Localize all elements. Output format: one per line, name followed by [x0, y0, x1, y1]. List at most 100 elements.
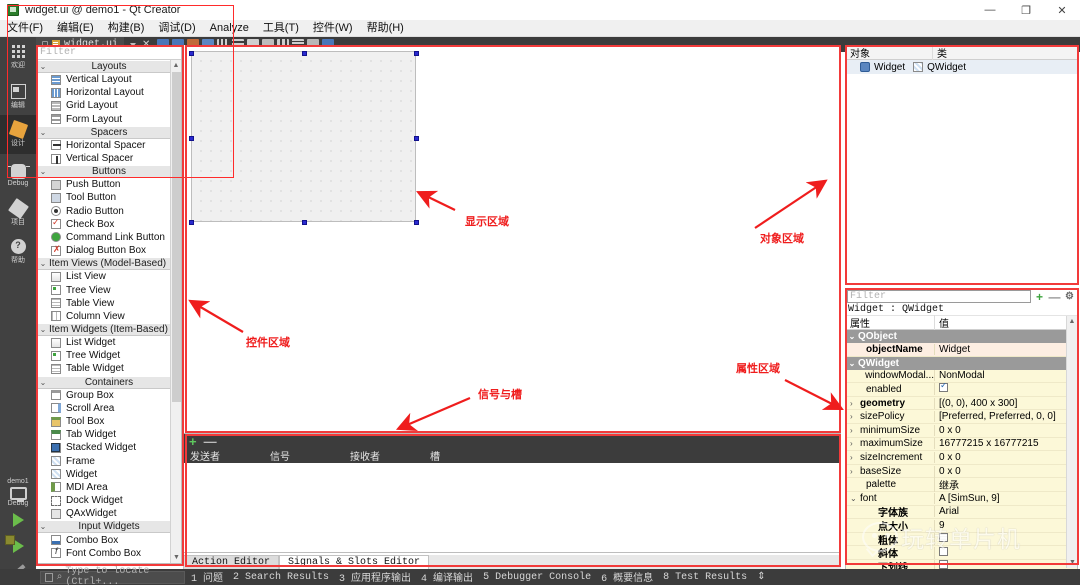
widget-item-combo-box[interactable]: Combo Box	[37, 533, 181, 546]
column-value[interactable]: 值	[934, 315, 1077, 330]
column-signal[interactable]: 信号	[264, 448, 344, 463]
add-property-button[interactable]: +	[1032, 290, 1047, 304]
widget-item-qaxwidget[interactable]: QAxWidget	[37, 507, 181, 520]
signals-slots-body[interactable]	[184, 463, 840, 552]
column-object[interactable]: 对象	[846, 45, 932, 60]
property-row-enabled[interactable]: enabled	[846, 383, 1077, 397]
chevron-right-icon[interactable]: ›	[850, 439, 860, 448]
property-row-sizePolicy[interactable]: › sizePolicy [Preferred, Preferred, 0, 0]	[846, 410, 1077, 424]
property-checkbox[interactable]	[939, 533, 948, 543]
menu-tools[interactable]: 工具(T)	[256, 20, 306, 37]
property-group-qobject[interactable]: ⌄ QObject	[846, 330, 1077, 343]
locator-input[interactable]: ⌕ Type to locate (Ctrl+...	[40, 566, 185, 585]
column-receiver[interactable]: 接收者	[344, 448, 424, 463]
property-checkbox[interactable]	[939, 546, 948, 556]
widget-item-check-box[interactable]: Check Box	[37, 217, 181, 231]
property-row-objectName[interactable]: objectName Widget	[846, 343, 1077, 357]
resize-handle-tl[interactable]	[189, 51, 194, 56]
property-filter-input[interactable]: Filter	[847, 290, 1031, 303]
column-slot[interactable]: 槽	[424, 448, 840, 463]
chevron-right-icon[interactable]: ›	[850, 467, 860, 476]
property-scroll-up-arrow[interactable]: ▲	[1067, 316, 1077, 327]
widget-item-table-widget[interactable]: Table Widget	[37, 362, 181, 375]
output-expand-icon[interactable]: ⇕	[757, 571, 765, 583]
widget-item-widget[interactable]: Widget	[37, 468, 181, 481]
resize-handle-mr[interactable]	[414, 136, 419, 141]
widget-item-command-link-button[interactable]: Command Link Button	[37, 231, 181, 244]
form-widget-preview[interactable]	[191, 51, 416, 222]
widget-item-vertical-layout[interactable]: Vertical Layout	[37, 73, 181, 86]
output-tab-general-messages[interactable]: 6 概要信息	[601, 569, 653, 585]
property-scroll-down-arrow[interactable]: ▼	[1067, 557, 1078, 568]
widget-item-push-button[interactable]: Push Button	[37, 178, 181, 191]
output-tab-test-results[interactable]: 8 Test Results	[663, 572, 747, 583]
widget-item-dock-widget[interactable]: Dock Widget	[37, 494, 181, 507]
widget-item-table-view[interactable]: Table View	[37, 297, 181, 310]
menu-build[interactable]: 构建(B)	[101, 20, 152, 37]
chevron-right-icon[interactable]: ⌄	[850, 494, 860, 503]
widget-item-vertical-spacer[interactable]: Vertical Spacer	[37, 152, 181, 165]
column-sender[interactable]: 发送者	[184, 448, 264, 463]
resize-handle-bl[interactable]	[189, 220, 194, 225]
tab-action-editor[interactable]: Action Editor	[183, 555, 280, 569]
widget-item-mdi-area[interactable]: MDI Area	[37, 481, 181, 494]
widget-category-layouts[interactable]: ⌄ Layouts	[37, 60, 181, 73]
chevron-right-icon[interactable]: ›	[850, 453, 860, 462]
object-inspector-row[interactable]: Widget QWidget	[846, 60, 1077, 74]
widget-item-scroll-area[interactable]: Scroll Area	[37, 402, 181, 415]
widget-item-tab-widget[interactable]: Tab Widget	[37, 428, 181, 441]
property-group-qwidget[interactable]: ⌄ QWidget	[846, 356, 1077, 370]
widget-item-grid-layout[interactable]: Grid Layout	[37, 99, 181, 112]
output-tab-issues[interactable]: 1 问题	[191, 569, 223, 585]
remove-property-button[interactable]: —	[1047, 290, 1062, 304]
widget-item-horizontal-layout[interactable]: Horizontal Layout	[37, 86, 181, 99]
property-row-sizeIncrement[interactable]: › sizeIncrement 0 x 0	[846, 451, 1077, 465]
widget-category-containers[interactable]: ⌄ Containers	[37, 375, 181, 389]
property-row-geometry[interactable]: › geometry [(0, 0), 400 x 300]	[846, 396, 1077, 411]
resize-handle-tr[interactable]	[414, 51, 419, 56]
run-button[interactable]	[0, 507, 36, 533]
chevron-right-icon[interactable]: ›	[850, 399, 860, 408]
resize-handle-ml[interactable]	[189, 136, 194, 141]
chevron-right-icon[interactable]: ›	[850, 412, 860, 421]
mode-edit[interactable]: 编辑	[0, 76, 36, 115]
widget-item-dialog-button-box[interactable]: Dialog Button Box	[37, 244, 181, 257]
widget-item-tool-box[interactable]: Tool Box	[37, 415, 181, 428]
menu-debug[interactable]: 调试(D)	[151, 20, 202, 37]
output-tab-compile-output[interactable]: 4 编译输出	[421, 569, 473, 585]
widget-item-tool-button[interactable]: Tool Button	[37, 191, 181, 204]
mode-debug[interactable]: Debug	[0, 154, 36, 193]
widget-category-spacers[interactable]: ⌄ Spacers	[37, 125, 181, 139]
widget-item-frame[interactable]: Frame	[37, 455, 181, 468]
widget-item-list-widget[interactable]: List Widget	[37, 336, 181, 349]
property-row-windowModal-[interactable]: windowModal... NonModal	[846, 369, 1077, 384]
widget-category-item-views-model-based[interactable]: ⌄ Item Views (Model-Based)	[37, 257, 181, 271]
widget-item-stacked-widget[interactable]: Stacked Widget	[37, 441, 181, 454]
property-checkbox[interactable]	[939, 383, 948, 393]
scroll-down-arrow[interactable]: ▼	[171, 552, 181, 563]
close-button[interactable]: ✕	[1044, 0, 1080, 20]
widget-category-input-widgets[interactable]: ⌄ Input Widgets	[37, 520, 181, 534]
output-tab-app-output[interactable]: 3 应用程序输出	[339, 569, 411, 585]
configure-icon[interactable]: ⚙	[1062, 291, 1077, 302]
property-row-palette[interactable]: palette 继承	[846, 477, 1077, 493]
column-property[interactable]: 属性	[846, 315, 934, 330]
widget-item-font-combo-box[interactable]: Font Combo Box	[37, 546, 181, 560]
mode-welcome[interactable]: 欢迎	[0, 37, 36, 76]
menu-widgets[interactable]: 控件(W)	[306, 20, 360, 37]
widget-item-tree-widget[interactable]: Tree Widget	[37, 349, 181, 362]
add-connection-button[interactable]: +	[189, 435, 197, 448]
widget-box-list[interactable]: ⌄ Layouts Vertical Layout Horizontal Layout…	[37, 60, 181, 563]
output-tab-search-results[interactable]: 2 Search Results	[233, 572, 329, 583]
widget-item-list-view[interactable]: List View	[37, 270, 181, 283]
widget-category-buttons[interactable]: ⌄ Buttons	[37, 165, 181, 179]
restore-button[interactable]: ❐	[1008, 0, 1044, 20]
widget-box-scrollbar[interactable]: ▲ ▼	[170, 60, 181, 563]
resize-handle-tc[interactable]	[302, 51, 307, 56]
menu-edit[interactable]: 编辑(E)	[50, 20, 101, 37]
widget-item-tree-view[interactable]: Tree View	[37, 283, 181, 296]
output-tab-debugger-console[interactable]: 5 Debugger Console	[483, 572, 591, 583]
widget-category-item-widgets-item-based[interactable]: ⌄ Item Widgets (Item-Based)	[37, 323, 181, 336]
menu-analyze[interactable]: Analyze	[203, 20, 256, 37]
scroll-up-arrow[interactable]: ▲	[171, 60, 181, 71]
